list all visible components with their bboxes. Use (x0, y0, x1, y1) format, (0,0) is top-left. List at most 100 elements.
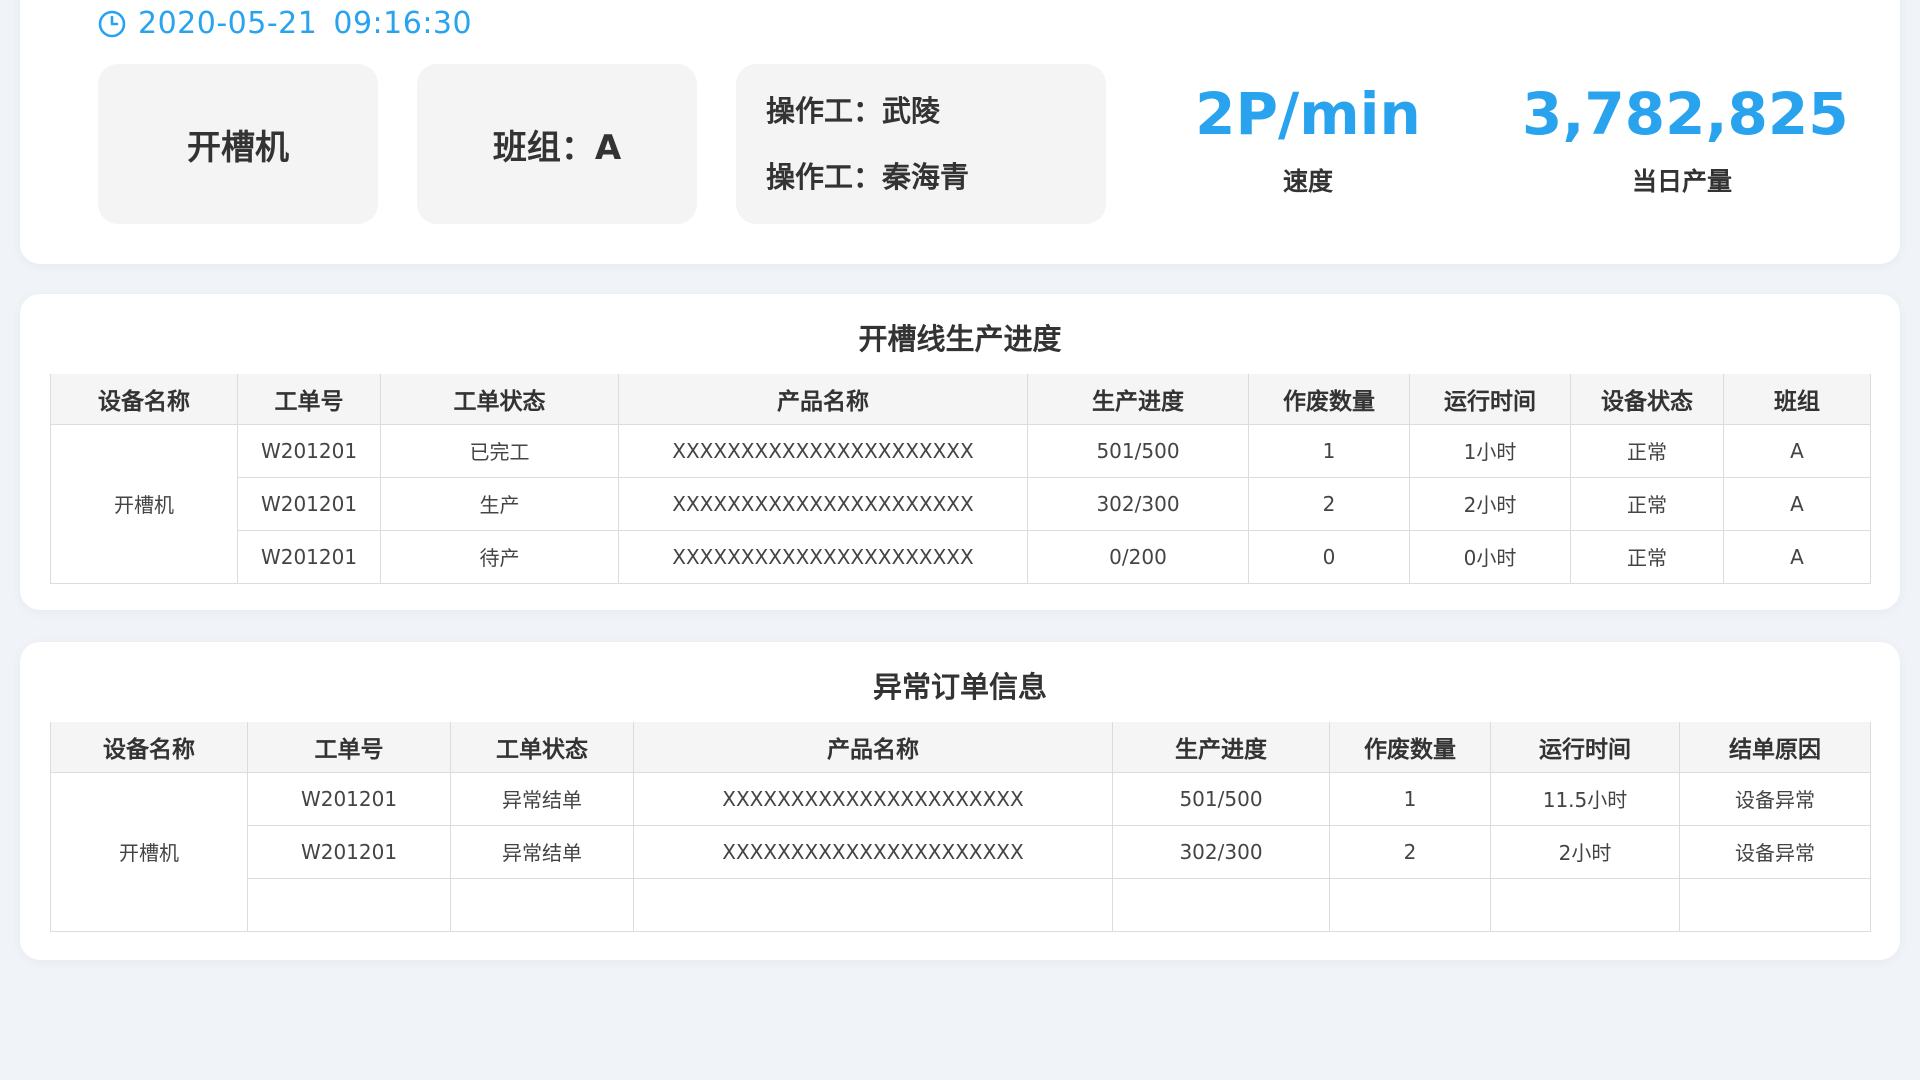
device-name-cell: 开槽机 (50, 423, 238, 584)
order-number-cell: W201201 (237, 423, 381, 478)
column-header: 工单号 (247, 722, 451, 772)
progress-cell: 501/500 (1112, 771, 1330, 826)
column-header: 生产进度 (1027, 374, 1249, 424)
team-label: 班组：A (492, 127, 622, 168)
runtime-cell: 1小时 (1409, 423, 1571, 478)
column-header: 运行时间 (1409, 374, 1571, 424)
daily-output-metric: 3,782,825 当日产量 (1522, 80, 1849, 198)
scrap-count-cell: 1 (1329, 771, 1491, 826)
scrap-count-cell: 2 (1248, 476, 1410, 531)
speed-label: 速度 (1282, 167, 1333, 196)
column-header: 工单状态 (380, 374, 619, 424)
operators-box: 操作工： 武陵 操作工： 秦海青 (736, 64, 1106, 224)
device-status-cell: 正常 (1570, 476, 1724, 531)
scrap-count-cell (1329, 877, 1491, 932)
column-header: 设备名称 (50, 722, 248, 772)
abnormal-orders-card: 异常订单信息 设备名称 工单号 工单状态 产品名称 生产进度 作废数量 运行时间… (20, 642, 1900, 960)
close-reason-cell: 设备异常 (1679, 824, 1871, 879)
runtime-cell: 11.5小时 (1490, 771, 1680, 826)
machine-name-box: 开槽机 (98, 64, 378, 224)
progress-cell: 0/200 (1027, 529, 1249, 584)
scrap-count-cell: 2 (1329, 824, 1491, 879)
order-number-cell (247, 877, 451, 932)
table-row: 开槽机 W201201 已完工 XXXXXXXXXXXXXXXXXXXXXX 5… (50, 423, 1871, 584)
order-number-cell: W201201 (237, 476, 381, 531)
table-row: W201201 异常结单 XXXXXXXXXXXXXXXXXXXXXX 302/… (51, 824, 1871, 879)
product-name-cell: XXXXXXXXXXXXXXXXXXXXXX (633, 824, 1113, 879)
column-header: 工单号 (237, 374, 381, 424)
table-row: W201201 生产 XXXXXXXXXXXXXXXXXXXXXX 302/30… (51, 476, 1871, 531)
column-header: 工单状态 (450, 722, 634, 772)
product-name-cell: XXXXXXXXXXXXXXXXXXXXXX (618, 529, 1028, 584)
machine-name: 开槽机 (187, 127, 289, 168)
team-box: 班组：A (417, 64, 697, 224)
progress-table-title: 开槽线生产进度 (858, 322, 1062, 356)
order-status-cell (450, 877, 634, 932)
column-header: 生产进度 (1112, 722, 1330, 772)
operator-label: 操作工： (766, 94, 883, 128)
column-header: 产品名称 (618, 374, 1028, 424)
table-header-row: 设备名称 工单号 工单状态 产品名称 生产进度 作废数量 运行时间 结单原因 (50, 722, 1871, 772)
runtime-cell: 2小时 (1490, 824, 1680, 879)
speed-metric: 2P/min 速度 (1148, 80, 1468, 198)
order-status-cell: 已完工 (380, 423, 619, 478)
progress-cell: 302/300 (1027, 476, 1249, 531)
operator-line: 操作工： 武陵 (766, 78, 940, 144)
team-cell: A (1723, 529, 1871, 584)
order-status-cell: 异常结单 (450, 824, 634, 879)
current-date: 2020-05-21 (138, 6, 318, 41)
order-status-cell: 生产 (380, 476, 619, 531)
production-progress-table: 设备名称 工单号 工单状态 产品名称 生产进度 作废数量 运行时间 设备状态 班… (50, 374, 1871, 584)
operator-line: 操作工： 秦海青 (766, 144, 969, 210)
column-header: 设备状态 (1570, 374, 1724, 424)
team-cell: A (1723, 476, 1871, 531)
product-name-cell: XXXXXXXXXXXXXXXXXXXXXX (618, 476, 1028, 531)
current-time: 09:16:30 (333, 6, 473, 41)
close-reason-cell (1679, 877, 1871, 932)
order-number-cell: W201201 (247, 771, 451, 826)
product-name-cell: XXXXXXXXXXXXXXXXXXXXXX (618, 423, 1028, 478)
progress-cell: 501/500 (1027, 423, 1249, 478)
operator-label: 操作工： (766, 160, 883, 194)
team-cell: A (1723, 423, 1871, 478)
column-header: 作废数量 (1248, 374, 1410, 424)
column-header: 产品名称 (633, 722, 1113, 772)
table-row: W201201 待产 XXXXXXXXXXXXXXXXXXXXXX 0/200 … (51, 529, 1871, 584)
product-name-cell: XXXXXXXXXXXXXXXXXXXXXX (633, 771, 1113, 826)
product-name-cell (633, 877, 1113, 932)
daily-output-label: 当日产量 (1631, 167, 1732, 196)
clock-icon (98, 10, 126, 37)
production-progress-card: 开槽线生产进度 设备名称 工单号 工单状态 产品名称 生产进度 作废数量 运行时… (20, 294, 1900, 610)
device-name-cell: 开槽机 (50, 771, 248, 932)
table-row: 开槽机 W201201 异常结单 XXXXXXXXXXXXXXXXXXXXXX … (50, 771, 1871, 932)
operator-name: 武陵 (882, 94, 941, 128)
order-status-cell: 待产 (380, 529, 619, 584)
scrap-count-cell: 0 (1248, 529, 1410, 584)
table-row (51, 877, 1871, 932)
runtime-cell: 2小时 (1409, 476, 1571, 531)
speed-value: 2P/min (1195, 80, 1421, 148)
device-status-cell: 正常 (1570, 423, 1724, 478)
abnormal-orders-table: 设备名称 工单号 工单状态 产品名称 生产进度 作废数量 运行时间 结单原因 开… (50, 722, 1871, 932)
runtime-cell (1490, 877, 1680, 932)
operator-name: 秦海青 (882, 160, 970, 194)
device-status-cell: 正常 (1570, 529, 1724, 584)
abnormal-table-title: 异常订单信息 (872, 670, 1047, 704)
order-number-cell: W201201 (237, 529, 381, 584)
column-header: 作废数量 (1329, 722, 1491, 772)
order-number-cell: W201201 (247, 824, 451, 879)
summary-card: 2020-05-21 09:16:30 开槽机 班组：A 操作工： 武陵 操作工… (20, 0, 1900, 264)
close-reason-cell: 设备异常 (1679, 771, 1871, 826)
runtime-cell: 0小时 (1409, 529, 1571, 584)
progress-cell: 302/300 (1112, 824, 1330, 879)
datetime-display: 2020-05-21 09:16:30 (98, 6, 472, 41)
progress-cell (1112, 877, 1330, 932)
column-header: 班组 (1723, 374, 1871, 424)
column-header: 设备名称 (50, 374, 238, 424)
scrap-count-cell: 1 (1248, 423, 1410, 478)
column-header: 运行时间 (1490, 722, 1680, 772)
table-header-row: 设备名称 工单号 工单状态 产品名称 生产进度 作废数量 运行时间 设备状态 班… (50, 374, 1871, 424)
order-status-cell: 异常结单 (450, 771, 634, 826)
column-header: 结单原因 (1679, 722, 1871, 772)
daily-output-value: 3,782,825 (1522, 80, 1849, 148)
